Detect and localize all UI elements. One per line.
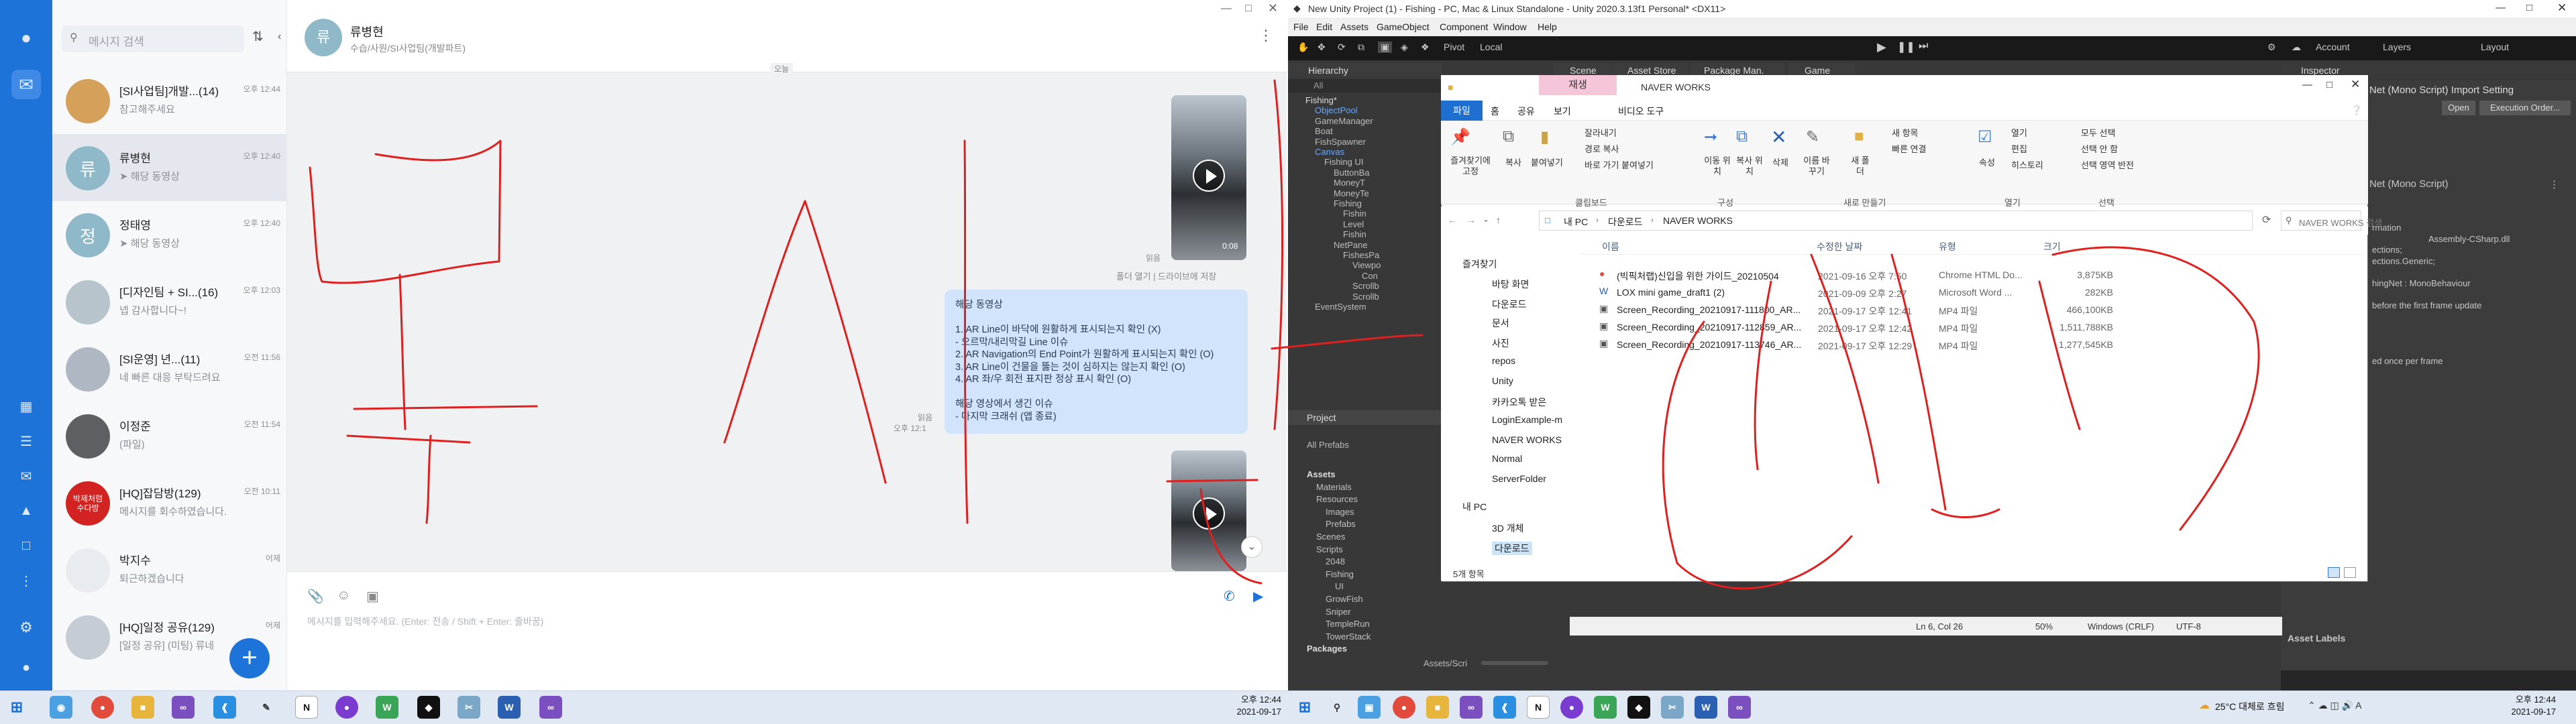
github-icon[interactable]: ● (1560, 696, 1583, 719)
naver-works-icon[interactable]: W (1594, 696, 1617, 719)
chrome-icon[interactable]: ● (91, 696, 114, 719)
word-icon[interactable]: W (1695, 696, 1717, 719)
pen-icon[interactable]: ✎ (255, 696, 278, 719)
visual-studio-icon[interactable]: ∞ (539, 696, 562, 719)
visual-studio-icon[interactable]: ∞ (172, 696, 195, 719)
notion-icon[interactable]: N (1527, 696, 1550, 719)
visual-studio-icon[interactable]: ∞ (1728, 696, 1751, 719)
pen-stroke (1271, 334, 1424, 350)
weather-text[interactable]: 25°C 대체로 흐림 (2215, 700, 2284, 713)
search-icon[interactable]: ⚲ (1326, 696, 1348, 719)
pen-stroke (2038, 280, 2081, 430)
pen-stroke (1166, 479, 1258, 483)
pen-stroke (1931, 508, 2000, 518)
app-icon[interactable]: ◉ (50, 696, 72, 719)
pen-stroke (425, 434, 432, 524)
naver-works-icon[interactable]: W (376, 696, 398, 719)
snipping-icon[interactable]: ✂ (458, 696, 480, 719)
clock-time: 오후 12:44 (1240, 695, 1281, 705)
pen-stroke (1273, 79, 1284, 430)
pen-stroke (346, 434, 471, 444)
vscode-icon[interactable]: ❰ (1493, 696, 1516, 719)
pen-annotation-overlay (309, 79, 2260, 590)
word-icon[interactable]: W (498, 696, 521, 719)
vscode-icon[interactable]: ❰ (213, 696, 236, 719)
notion-icon[interactable]: N (295, 696, 318, 719)
windows-start-icon[interactable]: ⊞ (1293, 696, 1316, 719)
weather-icon[interactable]: ☁ (2199, 699, 2210, 712)
pen-stroke (353, 405, 538, 410)
clock-date: 2021-09-17 (1236, 707, 1282, 717)
chrome-icon[interactable]: ● (1393, 696, 1415, 719)
pen-stroke (963, 139, 969, 524)
unity-icon[interactable]: ◆ (417, 696, 440, 719)
folder-icon[interactable]: ■ (131, 696, 154, 719)
folder-icon[interactable]: ■ (1426, 696, 1449, 719)
pen-stroke (309, 139, 502, 284)
pen-stroke (1199, 488, 1263, 585)
task-view-icon[interactable]: ▣ (1358, 696, 1381, 719)
github-icon[interactable]: ● (335, 696, 358, 719)
pen-stroke (2051, 246, 2260, 531)
pen-stroke (398, 274, 407, 430)
pen-stroke (1754, 280, 1772, 471)
pen-stroke (1662, 320, 1853, 590)
windows-start-icon[interactable]: ⊞ (5, 696, 28, 719)
pen-stroke (1810, 253, 1880, 484)
pen-stroke (1890, 253, 1947, 511)
pen-stroke (723, 200, 806, 444)
system-tray-icons[interactable]: ⌃ ☁ ◫ 🔊 A (2308, 700, 2362, 711)
snipping-icon[interactable]: ✂ (1661, 696, 1684, 719)
clock-date: 2021-09-17 (2511, 707, 2557, 717)
unity-icon[interactable]: ◆ (1627, 696, 1650, 719)
clock-time: 오후 12:44 (2515, 695, 2556, 705)
visual-studio-icon[interactable]: ∞ (1460, 696, 1483, 719)
pen-stroke (804, 200, 887, 484)
